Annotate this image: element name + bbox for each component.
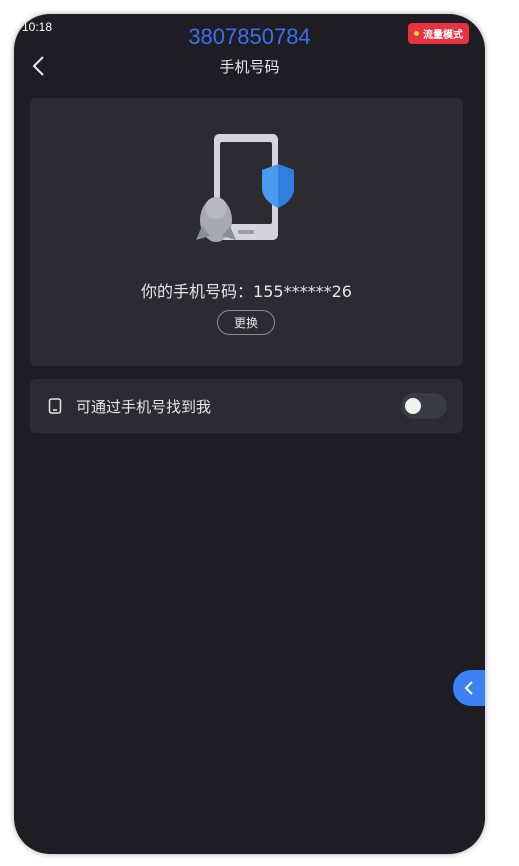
toggle-knob (405, 398, 421, 414)
find-me-by-phone-row[interactable]: 可通过手机号找到我 (30, 379, 463, 433)
phone-screen: 10:18 3807850784 流量模式 手机号码 你的手机号码：155***… (14, 14, 485, 854)
phone-number-card: 你的手机号码：155******26 更换 (30, 98, 463, 366)
mode-dot-icon (414, 31, 419, 36)
chevron-left-icon (464, 681, 473, 695)
page-title: 手机号码 (219, 58, 280, 76)
change-button[interactable]: 更换 (217, 310, 275, 335)
floating-side-tab[interactable] (453, 670, 485, 706)
phone-icon (48, 398, 62, 414)
find-me-label: 可通过手机号找到我 (76, 397, 212, 416)
mode-badge-label: 流量模式 (423, 30, 463, 41)
phone-shield-penguin-illustration (196, 134, 294, 242)
mode-badge[interactable]: 流量模式 (408, 23, 469, 44)
phone-number-text: 你的手机号码：155******26 (141, 282, 352, 301)
find-me-toggle[interactable] (401, 393, 447, 419)
